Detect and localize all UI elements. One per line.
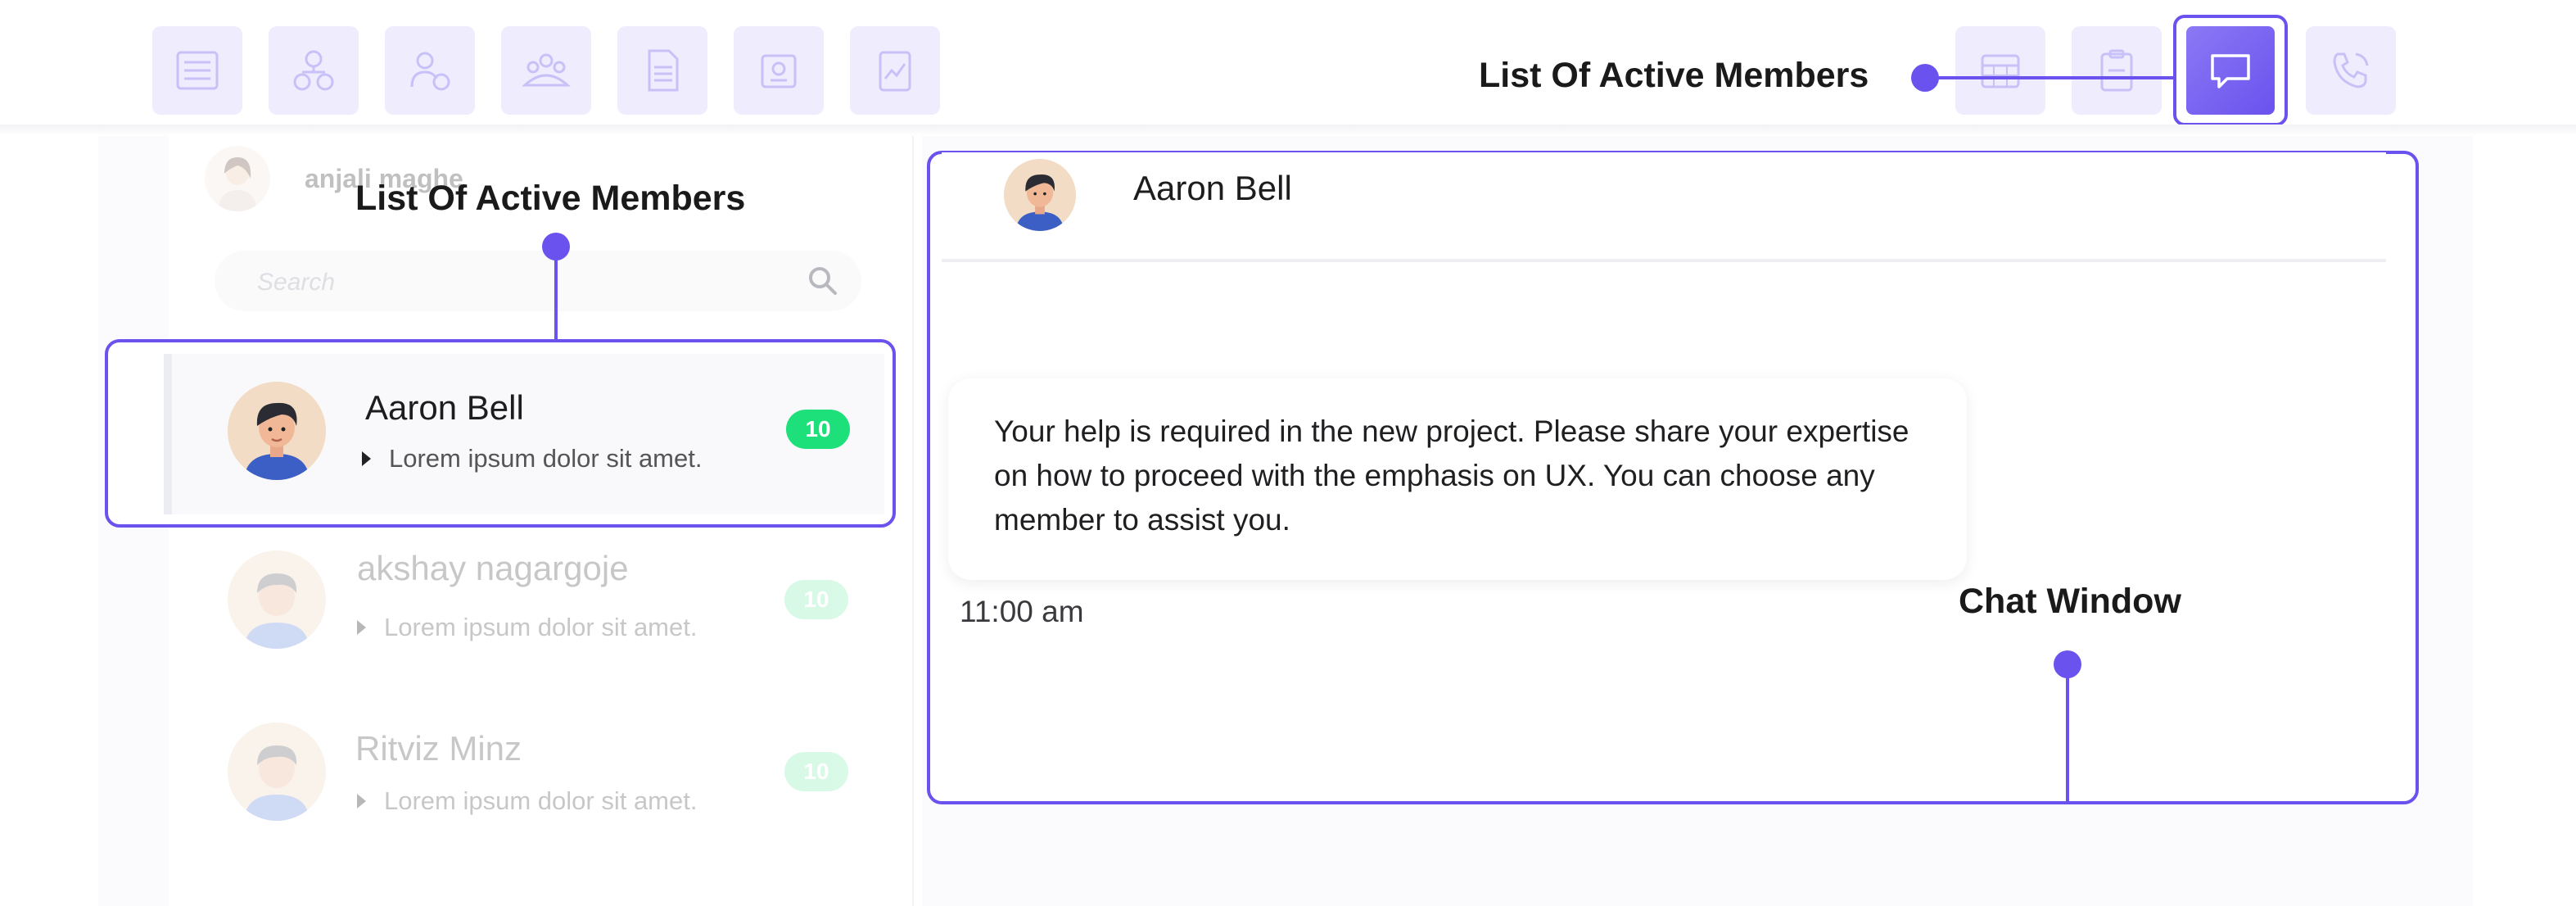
male-avatar-icon [228, 550, 326, 649]
contact-snippet: Lorem ipsum dolor sit amet. [362, 444, 702, 473]
phone-icon [2333, 52, 2369, 88]
male-avatar-icon [228, 723, 326, 821]
chat-contact-name: Aaron Bell [1133, 169, 1292, 207]
avatar [228, 550, 326, 649]
people-money-icon [410, 52, 450, 91]
id-card-icon-button[interactable] [734, 26, 824, 115]
female-avatar-icon [218, 157, 257, 211]
contact-name: Ritviz Minz [355, 729, 522, 768]
phone-icon-button[interactable] [2306, 26, 2396, 115]
caret-right-icon [357, 794, 366, 809]
contact-name: akshay nagargoje [357, 549, 629, 587]
unread-badge: 10 [786, 410, 850, 449]
avatar [205, 146, 270, 211]
list-icon [176, 51, 219, 90]
unread-badge: 10 [784, 752, 848, 791]
contact-snippet-text: Lorem ipsum dolor sit amet. [384, 786, 698, 815]
message-timestamp: 11:00 am [960, 595, 1084, 628]
document-icon [648, 49, 679, 92]
annotation-toolbar-label: List Of Active Members [1479, 56, 1869, 95]
chat-icon-button[interactable] [2173, 15, 2288, 126]
clipboard-icon [2100, 49, 2133, 92]
annotation-connector [2066, 664, 2069, 804]
chat-icon [2211, 54, 2250, 88]
org-chart-icon-button[interactable] [269, 26, 359, 115]
caret-right-icon [357, 620, 366, 635]
contact-snippet-text: Lorem ipsum dolor sit amet. [389, 444, 703, 473]
caret-right-icon [362, 451, 371, 466]
message-bubble: Your help is required in the new project… [948, 378, 1967, 580]
chat-icon-tile [2186, 26, 2275, 115]
avatar [228, 382, 326, 480]
team-icon [522, 53, 571, 87]
male-avatar-icon [228, 382, 326, 480]
search-bar [215, 251, 861, 311]
avatar [1004, 159, 1076, 231]
contact-snippet: Lorem ipsum dolor sit amet. [357, 613, 697, 642]
message-text: Your help is required in the new project… [994, 414, 1909, 537]
top-toolbar [0, 0, 2576, 131]
contact-snippet-text: Lorem ipsum dolor sit amet. [384, 613, 698, 641]
selected-row-indicator [164, 354, 172, 514]
search-icon[interactable] [806, 264, 840, 298]
unread-badge: 10 [784, 580, 848, 619]
chat-header: Aaron Bell [942, 152, 2386, 262]
team-icon-button[interactable] [501, 26, 591, 115]
contact-item-aaron-bell[interactable]: Aaron Bell Lorem ipsum dolor sit amet. 1… [105, 339, 896, 528]
clipboard-icon-button[interactable] [2072, 26, 2162, 115]
annotation-list-label: List Of Active Members [355, 179, 746, 218]
toolbar-divider [0, 125, 2576, 136]
male-avatar-icon [1004, 159, 1076, 231]
calendar-icon [1981, 54, 2020, 88]
annotation-chat-label: Chat Window [1959, 582, 2181, 621]
contact-snippet: Lorem ipsum dolor sit amet. [357, 786, 697, 816]
people-money-icon-button[interactable] [385, 26, 475, 115]
annotation-connector [1924, 76, 2173, 79]
contact-item-akshay-nagargoje[interactable]: akshay nagargoje Lorem ipsum dolor sit a… [169, 541, 889, 704]
document-icon-button[interactable] [617, 26, 707, 115]
contact-name: Aaron Bell [365, 388, 524, 427]
annotation-connector [554, 246, 558, 341]
org-chart-icon [293, 50, 334, 91]
contact-item-ritviz-minz[interactable]: Ritviz Minz Lorem ipsum dolor sit amet. … [169, 713, 889, 877]
search-input[interactable] [255, 265, 750, 300]
avatar [228, 723, 326, 821]
calendar-icon-button[interactable] [1955, 26, 2045, 115]
id-card-icon [761, 54, 797, 88]
report-icon [879, 51, 911, 92]
list-icon-button[interactable] [152, 26, 242, 115]
report-icon-button[interactable] [850, 26, 940, 115]
